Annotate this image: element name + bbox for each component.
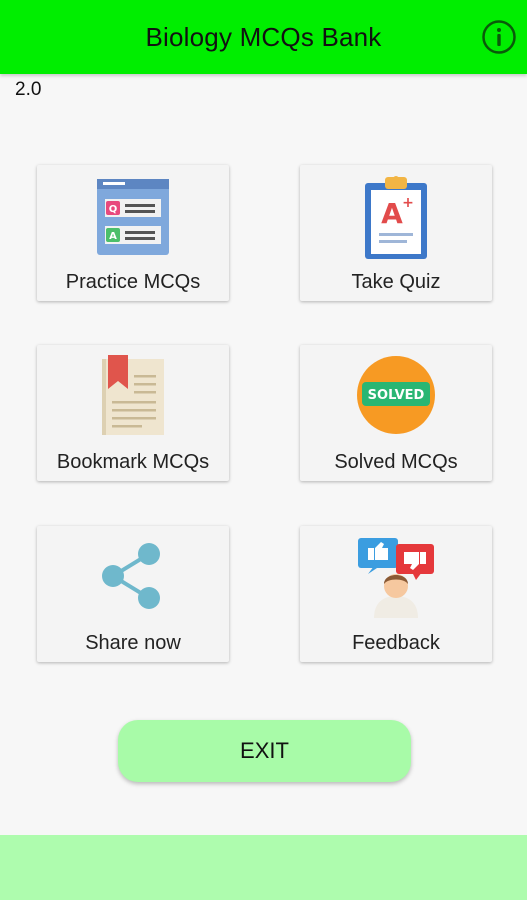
app-bar: Biology MCQs Bank [0,0,527,74]
practice-a-letter: A [109,231,117,242]
solved-badge-icon: SOLVED [354,353,438,442]
solved-mcqs-label: Solved MCQs [334,451,458,473]
take-quiz-button[interactable]: A + Take Quiz [300,165,492,301]
share-now-label: Share now [85,632,181,654]
practice-mcqs-icon: Q A [93,173,173,262]
app-title: Biology MCQs Bank [145,21,382,52]
share-now-button[interactable]: Share now [37,526,229,662]
exit-button[interactable]: EXIT [118,720,411,782]
practice-q-letter: Q [109,204,118,215]
practice-mcqs-button[interactable]: Q A Practice MCQs [37,165,229,301]
share-icon [97,540,169,617]
feedback-button[interactable]: Feedback [300,526,492,662]
solved-mcqs-button[interactable]: SOLVED Solved MCQs [300,345,492,481]
quiz-grade-letter: A [381,197,403,230]
version-label: 2.0 [15,79,42,100]
bookmark-mcqs-button[interactable]: Bookmark MCQs [37,345,229,481]
info-icon[interactable] [481,19,517,55]
bottom-bar [0,835,527,900]
bookmark-book-icon [96,353,170,444]
take-quiz-label: Take Quiz [351,271,441,293]
practice-mcqs-label: Practice MCQs [65,271,201,293]
clipboard-a-plus-icon: A + [361,173,431,266]
feedback-label: Feedback [352,632,440,654]
bookmark-mcqs-label: Bookmark MCQs [56,451,210,473]
solved-badge-text: SOLVED [368,388,425,403]
feedback-icon [354,534,438,623]
quiz-plus-sign: + [402,195,414,211]
